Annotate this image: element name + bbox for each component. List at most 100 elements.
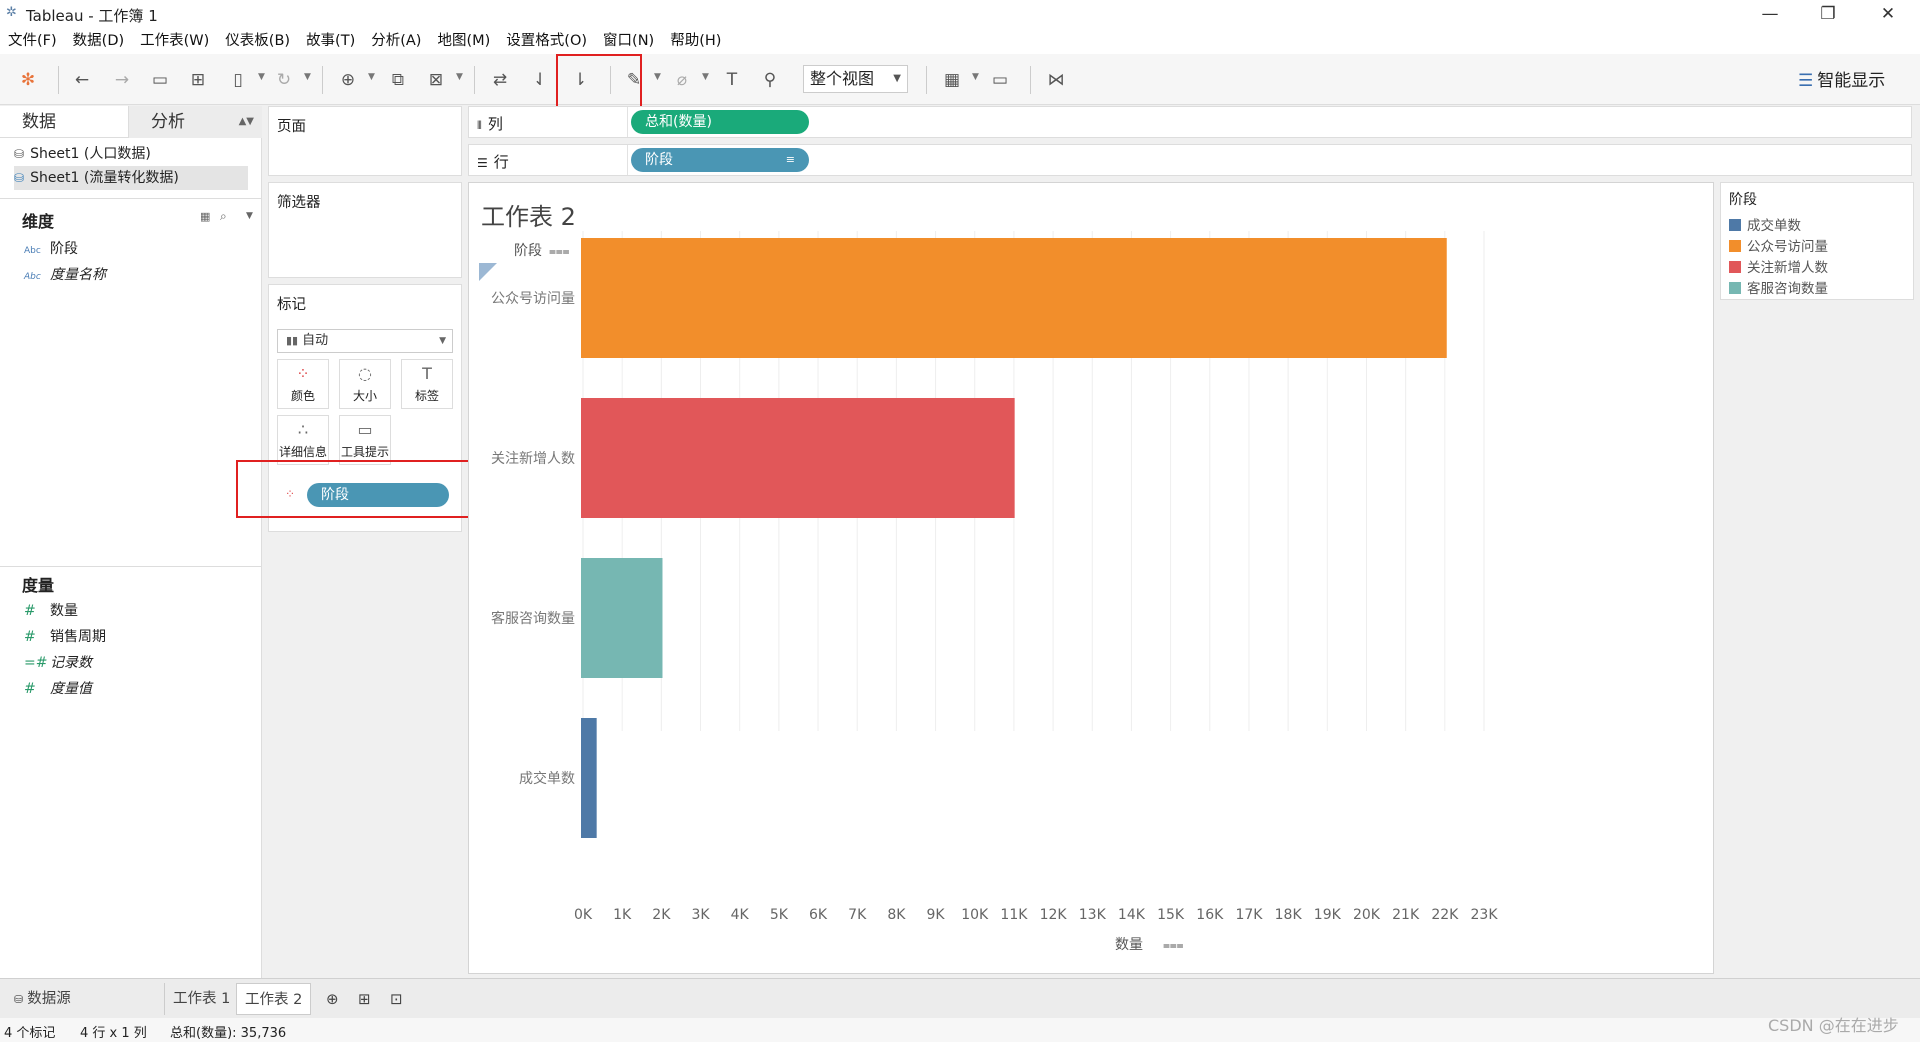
highlight-dropdown-icon[interactable]: ▼ <box>654 72 661 82</box>
menu-help[interactable]: 帮助(H) <box>662 28 729 54</box>
show-cards-icon[interactable]: ▦ <box>940 68 964 92</box>
smart-show-button[interactable]: ☰ 智能显示 <box>1798 66 1885 91</box>
restore-icon[interactable]: ❐ <box>1808 2 1848 26</box>
menu-file[interactable]: 文件(F) <box>0 28 65 54</box>
measures-title: 度量 <box>22 576 55 595</box>
sort-icon[interactable]: ⩶ <box>549 244 570 258</box>
tab-data-label: 数据 <box>22 112 56 132</box>
dimension-field[interactable]: Abc 度量名称 <box>24 264 106 284</box>
number-type-icon: # <box>24 603 36 619</box>
minimize-icon[interactable]: — <box>1750 2 1790 26</box>
pause-updates-icon[interactable]: ▯ <box>226 68 250 92</box>
columns-measure-pill[interactable]: 总和(数量) <box>631 110 809 134</box>
measure-field[interactable]: =# 记录数 <box>24 652 92 672</box>
pause-dropdown-icon[interactable]: ▼ <box>258 72 265 82</box>
bar[interactable] <box>581 718 597 838</box>
rows-dimension-pill[interactable]: 阶段 ≡ <box>631 148 809 172</box>
label-button[interactable]: T 标签 <box>401 359 453 409</box>
x-tick-label: 8K <box>887 907 906 923</box>
x-tick-label: 3K <box>691 907 710 923</box>
search-icon[interactable]: ⌕ <box>220 209 227 224</box>
clear-sheet-icon[interactable]: ⊠ <box>424 68 448 92</box>
filters-card[interactable]: 筛选器 <box>268 182 462 278</box>
save-icon[interactable]: ▭ <box>148 68 172 92</box>
measure-field[interactable]: # 度量值 <box>24 678 92 698</box>
field-label: 度量值 <box>50 681 92 697</box>
sort-icon: ≡ <box>785 153 795 166</box>
presentation-mode-icon[interactable]: ▭ <box>988 68 1012 92</box>
measure-field[interactable]: # 销售周期 <box>24 626 106 646</box>
show-cards-dropdown-icon[interactable]: ▼ <box>972 72 979 82</box>
menu-worksheet[interactable]: 工作表(W) <box>132 28 217 54</box>
x-tick-label: 4K <box>731 907 750 923</box>
bar[interactable] <box>581 558 663 678</box>
redo-icon[interactable]: → <box>110 68 134 92</box>
pin-axes-icon[interactable]: ⚲ <box>758 68 782 92</box>
tooltip-label: 工具提示 <box>340 445 389 459</box>
refresh-icon[interactable]: ↻ <box>272 68 296 92</box>
group-dropdown-icon[interactable]: ▼ <box>702 72 709 82</box>
smart-show-label: 智能显示 <box>1817 71 1886 91</box>
menu-data[interactable]: 数据(D) <box>65 28 132 54</box>
new-worksheet-icon[interactable]: ⊕ <box>318 983 347 1015</box>
new-dashboard-icon[interactable]: ⊞ <box>350 983 379 1015</box>
chevron-icon: ▲▼ <box>238 116 254 127</box>
rows-shelf[interactable]: ☰ 行 阶段 ≡ <box>468 144 1912 176</box>
new-worksheet-dropdown-icon[interactable]: ▼ <box>368 72 375 82</box>
sort-ascending-icon[interactable]: ⇃ <box>528 68 552 92</box>
clear-dropdown-icon[interactable]: ▼ <box>456 72 463 82</box>
measure-field[interactable]: # 数量 <box>24 600 78 620</box>
calculated-number-icon: =# <box>24 655 48 671</box>
tab-datasource[interactable]: ⛁ 数据源 <box>6 983 160 1015</box>
bar[interactable] <box>581 238 1447 358</box>
refresh-dropdown-icon[interactable]: ▼ <box>304 72 311 82</box>
size-button[interactable]: ◌ 大小 <box>339 359 391 409</box>
x-tick-label: 11K <box>1000 907 1028 923</box>
menu-story[interactable]: 故事(T) <box>298 28 363 54</box>
menu-format[interactable]: 设置格式(O) <box>498 28 595 54</box>
swap-rows-columns-icon[interactable]: ⇄ <box>488 68 512 92</box>
tooltip-button[interactable]: ▭ 工具提示 <box>339 415 391 465</box>
view-size-select[interactable]: 整个视图 ▼ <box>803 65 908 93</box>
dimension-field[interactable]: Abc 阶段 <box>24 238 78 258</box>
detail-button[interactable]: ∴ 详细信息 <box>277 415 329 465</box>
sort-icon[interactable]: ⩶ <box>1163 938 1184 952</box>
mark-type-select[interactable]: ▮▮ 自动 ▼ <box>277 329 453 353</box>
category-label: 成交单数 <box>519 770 575 787</box>
new-story-icon[interactable]: ⊡ <box>382 983 411 1015</box>
menu-analysis[interactable]: 分析(A) <box>363 28 429 54</box>
tab-sheet2[interactable]: 工作表 2 <box>236 983 312 1015</box>
legend-item[interactable]: 公众号访问量 <box>1729 238 1828 256</box>
pages-card[interactable]: 页面 <box>268 106 462 176</box>
rows-shelf-label: ☰ 行 <box>477 151 509 172</box>
x-tick-label: 5K <box>770 907 789 923</box>
tab-data[interactable]: 数据 <box>0 106 128 138</box>
new-worksheet-icon[interactable]: ⊕ <box>336 68 360 92</box>
tab-analysis[interactable]: 分析 ▲▼ <box>128 106 262 138</box>
columns-shelf[interactable]: ⦀ 列 总和(数量) <box>468 106 1912 138</box>
datasource-item[interactable]: ⛁ Sheet1 (人口数据) <box>14 142 248 166</box>
chevron-down-icon[interactable]: ▼ <box>246 211 253 221</box>
view-toggle-icon[interactable]: ▦ <box>200 210 210 223</box>
menu-map[interactable]: 地图(M) <box>429 28 498 54</box>
menu-window[interactable]: 窗口(N) <box>595 28 662 54</box>
legend-title: 阶段 <box>1729 192 1757 208</box>
new-datasource-icon[interactable]: ⊞ <box>186 68 210 92</box>
legend-item[interactable]: 成交单数 <box>1729 217 1801 235</box>
datasource-item-selected[interactable]: ⛁ Sheet1 (流量转化数据) <box>14 166 248 190</box>
bar[interactable] <box>581 398 1015 518</box>
share-icon[interactable]: ⋈ <box>1044 68 1068 92</box>
color-button[interactable]: ⁘ 颜色 <box>277 359 329 409</box>
legend-item[interactable]: 客服咨询数量 <box>1729 280 1828 298</box>
duplicate-sheet-icon[interactable]: ⧉ <box>386 68 410 92</box>
show-mark-labels-icon[interactable]: T <box>720 68 744 92</box>
group-members-icon[interactable]: ⌀ <box>670 68 694 92</box>
undo-icon[interactable]: ← <box>70 68 94 92</box>
bar-chart-icon: ▮▮ <box>286 334 299 347</box>
legend-item[interactable]: 关注新增人数 <box>1729 259 1828 277</box>
menu-dashboard[interactable]: 仪表板(B) <box>217 28 298 54</box>
tab-sheet1[interactable]: 工作表 1 <box>164 983 238 1015</box>
label-label: 标签 <box>414 389 439 403</box>
tableau-home-icon[interactable]: ✻ <box>16 68 40 92</box>
close-icon[interactable]: ✕ <box>1868 2 1908 26</box>
